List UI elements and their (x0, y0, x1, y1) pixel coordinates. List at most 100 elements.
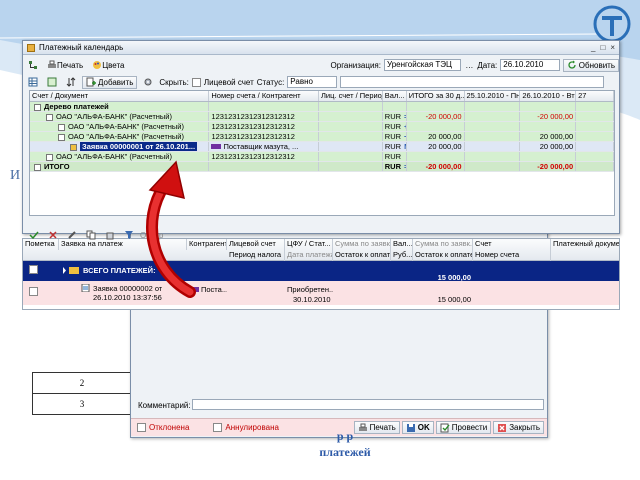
folder-icon (63, 267, 79, 274)
status-label: Статус: (256, 77, 285, 87)
row-currency-text: RUR (384, 132, 402, 141)
rejected-checkbox[interactable] (137, 423, 146, 432)
row-currency: RUR+ (383, 122, 407, 131)
window-title: Платежный календарь (39, 43, 124, 52)
tree-row[interactable]: ОАО "АЛЬФА-БАНК" (Расчетный) 123123123123… (30, 152, 614, 162)
delete-button[interactable] (102, 228, 118, 242)
tree-root-icon (34, 163, 41, 171)
col-request-sum[interactable]: Сумма по заявке (333, 239, 391, 250)
tree-row[interactable]: ИТОГОRUR=-20 000,00-20 000,00 (30, 162, 614, 172)
tree-row[interactable]: Заявка 00000001 от 26.10.201... Поставщик… (30, 142, 614, 152)
tree-root-icon (34, 103, 41, 111)
cfu-value: Приобретен... (287, 285, 333, 294)
row-personal-account (319, 162, 383, 171)
request-row[interactable]: Заявка 00000002 от 26.10.2010 13:37:56 П… (23, 281, 619, 305)
sort-button[interactable] (63, 75, 79, 89)
total-row[interactable]: ВСЕГО ПЛАТЕЖЕЙ: 15 000,00 (23, 261, 619, 282)
status-condition-select[interactable]: Равно (287, 76, 338, 88)
grid1-col-header[interactable]: Номер счета / Контрагент (209, 91, 319, 101)
refresh-button[interactable]: Обновить (562, 58, 619, 72)
col-payment-doc[interactable]: Платежный докуме... (551, 239, 619, 250)
close-form-button[interactable]: Закрыть (493, 421, 544, 434)
col-currency[interactable]: Вал... (391, 239, 413, 250)
col-account[interactable]: Счет (473, 239, 551, 250)
sort-icon (66, 77, 76, 87)
grid1-col-header[interactable]: 26.10.2010 - Вт (520, 91, 577, 101)
background-table-cell: 2 (32, 372, 132, 394)
row-day2: -20 000,00 (520, 112, 577, 121)
row-document-text: ИТОГО (44, 162, 70, 171)
palette-icon (93, 61, 102, 69)
row-currency-text: RUR (384, 162, 402, 171)
tree-row[interactable]: ОАО "АЛЬФА-БАНК" (Расчетный) 123123123123… (30, 112, 614, 122)
organization-field[interactable]: Уренгойская ТЭЦ (384, 59, 462, 71)
date-field[interactable]: 26.10.2010 (500, 59, 560, 71)
tree-row[interactable]: Дерево платежей (30, 102, 614, 112)
row-account: 12312312312312312312 (209, 112, 320, 121)
maximize-button[interactable]: □ (600, 43, 605, 52)
copy-button[interactable] (83, 228, 99, 242)
col-request-sum-2[interactable]: Сумма по заявк... (413, 239, 473, 250)
grid-icon-button[interactable] (25, 75, 41, 89)
status-value-field[interactable] (340, 76, 605, 88)
total-row-checkbox[interactable] (29, 265, 38, 274)
unmark-button[interactable] (45, 228, 61, 242)
tree-row[interactable]: ОАО "АЛЬФА-БАНК" (Расчетный) 123123123123… (30, 132, 614, 142)
row-day2: 20 000,00 (520, 132, 577, 141)
post-label: Провести (451, 423, 488, 432)
grid1-col-header[interactable]: Вал... (383, 91, 407, 101)
row-day1 (465, 142, 521, 151)
row-day3 (576, 162, 614, 171)
add-button[interactable]: Добавить (82, 75, 138, 89)
row-day3 (576, 142, 614, 151)
edit-button[interactable] (64, 228, 80, 242)
tree-view-button[interactable] (25, 58, 41, 72)
row-day2: -20 000,00 (520, 162, 577, 171)
col-tax-period[interactable]: Период налога (227, 250, 285, 261)
window-title-bar: Платежный календарь (23, 41, 619, 55)
mark-button[interactable] (26, 228, 42, 242)
row-currency-text: RUR (384, 152, 402, 161)
row-day2 (520, 122, 577, 131)
post-button[interactable]: Провести (435, 421, 492, 434)
request-sum-value: 15 000,00 (437, 295, 471, 304)
expand-button[interactable] (44, 75, 60, 89)
close-button[interactable]: × (610, 43, 615, 52)
grid1-col-header[interactable]: 27 (576, 91, 614, 101)
col-remaining[interactable]: Остаток к оплате (333, 250, 391, 261)
print-button[interactable]: Печать (44, 58, 86, 72)
minimize-button[interactable]: _ (591, 43, 595, 52)
row-day3 (576, 102, 614, 111)
tree-icon (29, 61, 37, 69)
row-total: 20 000,00 (407, 142, 465, 151)
org-select-button[interactable]: … (464, 58, 474, 72)
calendar-icon (27, 43, 35, 52)
grid1-col-header[interactable]: Лиц. счет / Период на... (319, 91, 383, 101)
col-payment-date[interactable]: Дата платежа (285, 250, 333, 261)
account-icon (58, 123, 65, 131)
tree-row[interactable]: ОАО "АЛЬФА-БАНК" (Расчетный) 123123123123… (30, 122, 614, 132)
grid1-col-header[interactable]: Счет / Документ (30, 91, 210, 101)
toolbar-top: Печать Цвета Организация: Уренгойская ТЭ… (25, 56, 619, 74)
col-remaining-2[interactable]: Остаток к оплате (413, 250, 473, 261)
comment-field[interactable] (192, 399, 544, 410)
request-row-checkbox[interactable] (29, 287, 38, 296)
colors-button[interactable]: Цвета (89, 58, 127, 72)
refresh-icon (568, 60, 576, 69)
filter-button[interactable] (121, 228, 137, 242)
cancelled-checkbox[interactable] (213, 423, 223, 432)
personal-account-checkbox[interactable] (191, 77, 201, 87)
row-document-text: Заявка 00000001 от 26.10.201... (80, 142, 198, 151)
col-account-number[interactable]: Номер счета (473, 250, 551, 261)
cross-icon (49, 231, 57, 239)
row-total: -20 000,00 (407, 112, 465, 121)
copy-icon (86, 230, 96, 240)
row-account-text: Поставщик мазута, ... (223, 142, 299, 151)
grid1-col-header[interactable]: ИТОГО за 30 д... (407, 91, 465, 101)
grid1-col-header[interactable]: 25.10.2010 - Пн (465, 91, 521, 101)
settings-button[interactable] (140, 75, 156, 89)
row-currency-text: RUR (384, 112, 402, 121)
row-currency: RUR− (383, 132, 407, 141)
hide-label: Скрыть: (159, 77, 189, 87)
col-rub[interactable]: Руб... (391, 250, 413, 261)
